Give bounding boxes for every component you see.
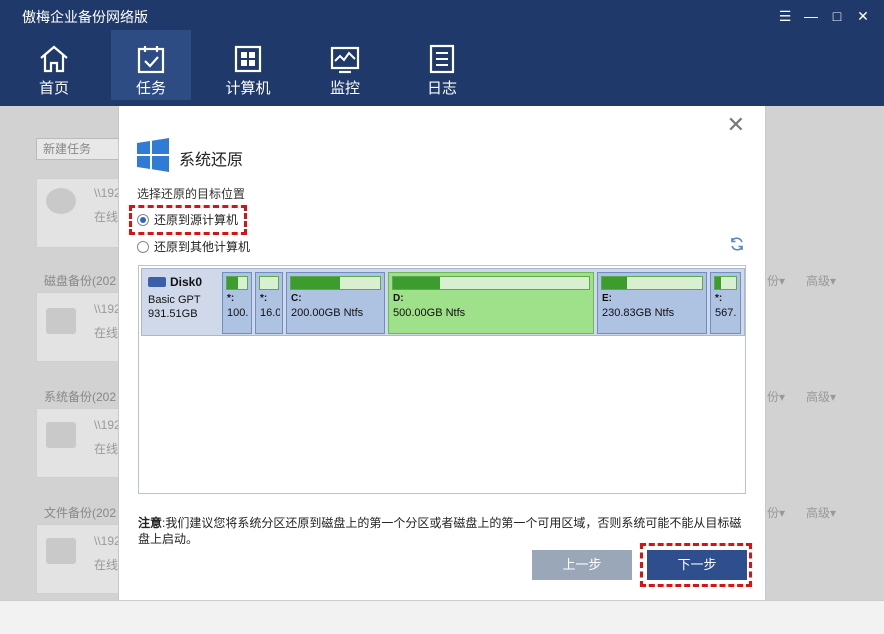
partition[interactable]: *: 567. bbox=[710, 272, 741, 334]
task-icon bbox=[137, 46, 165, 74]
windows-icon bbox=[46, 422, 76, 448]
radio-button[interactable] bbox=[137, 240, 149, 253]
nav-item-label: 任务 bbox=[135, 80, 166, 97]
radio-button[interactable] bbox=[137, 213, 149, 226]
usage-bar bbox=[392, 276, 590, 290]
database-icon bbox=[46, 188, 76, 214]
task-status: 在线 bbox=[94, 326, 119, 340]
task-path: \\192 bbox=[94, 418, 121, 432]
backup-link[interactable]: 份▾ bbox=[767, 504, 785, 521]
usage-bar bbox=[290, 276, 381, 290]
monitor-icon bbox=[330, 46, 360, 74]
task-path: \\192 bbox=[94, 186, 121, 200]
task-path: \\192 bbox=[94, 302, 121, 316]
note-text: :我们建议您将系统分区还原到磁盘上的第一个分区或者磁盘上的第一个可用区域，否则系… bbox=[138, 516, 742, 546]
advanced-link[interactable]: 高级▾ bbox=[806, 272, 836, 289]
task-status: 在线 bbox=[94, 442, 119, 456]
dialog-title: 系统还原 bbox=[179, 152, 244, 169]
partition-size: 567. bbox=[715, 307, 737, 319]
usage-bar bbox=[226, 276, 248, 290]
restore-to-source-option[interactable]: 还原到源计算机 bbox=[137, 211, 238, 228]
partition-size: 500.00GB Ntfs bbox=[393, 307, 466, 319]
partition-label: E: bbox=[602, 293, 612, 304]
usage-fill bbox=[291, 277, 340, 289]
disk-size: 931.51GB bbox=[148, 308, 198, 320]
nav-item-label: 监控 bbox=[329, 80, 360, 97]
section-title: 系统备份(202 bbox=[44, 390, 117, 404]
refresh-icon[interactable] bbox=[729, 236, 745, 252]
partition[interactable]: *: 16.0 bbox=[255, 272, 283, 334]
menu-icon[interactable]: ☰ bbox=[774, 6, 796, 26]
task-status: 在线 bbox=[94, 210, 119, 224]
system-restore-dialog: ✕ 系统还原 选择还原的目标位置 还原到源计算机 还原到其他计算机 Disk0 … bbox=[118, 106, 766, 600]
disk-icon bbox=[46, 308, 76, 334]
usage-fill bbox=[227, 277, 238, 289]
maximize-icon[interactable]: □ bbox=[826, 6, 848, 26]
usage-bar bbox=[259, 276, 279, 290]
partition-label: C: bbox=[291, 293, 302, 304]
advanced-link[interactable]: 高级▾ bbox=[806, 388, 836, 405]
usage-bar bbox=[714, 276, 737, 290]
partition-d[interactable]: D: 500.00GB Ntfs bbox=[388, 272, 594, 334]
disk-type: Basic GPT bbox=[148, 294, 201, 306]
close-icon[interactable]: ✕ bbox=[727, 112, 745, 138]
folder-icon bbox=[46, 538, 76, 564]
partition-size: 200.00GB Ntfs bbox=[291, 307, 364, 319]
title-bar: 傲梅企业备份网络版 ☰ — □ ✕ 首页 任务 计算机 监控 日志 bbox=[0, 0, 884, 106]
disk-icon bbox=[148, 277, 166, 287]
section-title: 磁盘备份(202 bbox=[44, 274, 117, 288]
disk-row[interactable]: Disk0 Basic GPT 931.51GB *: 100. *: 16.0… bbox=[141, 268, 745, 336]
partition-label: *: bbox=[227, 293, 235, 304]
nav-item-monitor[interactable]: 监控 bbox=[305, 30, 385, 100]
log-icon bbox=[429, 44, 455, 74]
option-label: 还原到源计算机 bbox=[154, 213, 239, 227]
nav-item-computers[interactable]: 计算机 bbox=[208, 30, 288, 100]
partition-e[interactable]: E: 230.83GB Ntfs bbox=[597, 272, 707, 334]
windows-logo-icon bbox=[137, 138, 169, 172]
nav-item-tasks[interactable]: 任务 bbox=[111, 30, 191, 100]
disk-name-row: Disk0 bbox=[148, 275, 220, 289]
app-title: 傲梅企业备份网络版 bbox=[22, 9, 148, 25]
nav-item-logs[interactable]: 日志 bbox=[402, 30, 482, 100]
disk-info: Disk0 Basic GPT 931.51GB bbox=[148, 275, 220, 321]
partition-size: 100. bbox=[227, 307, 249, 319]
main-nav: 首页 任务 计算机 监控 日志 bbox=[0, 30, 499, 100]
disk-name: Disk0 bbox=[170, 275, 203, 289]
nav-item-home[interactable]: 首页 bbox=[14, 30, 94, 100]
partition-label: *: bbox=[715, 293, 723, 304]
note-label: 注意 bbox=[138, 516, 163, 530]
backup-link[interactable]: 份▾ bbox=[767, 272, 785, 289]
next-button[interactable]: 下一步 bbox=[647, 550, 747, 580]
advanced-link[interactable]: 高级▾ bbox=[806, 504, 836, 521]
window-controls: ☰ — □ ✕ bbox=[774, 6, 874, 26]
previous-button[interactable]: 上一步 bbox=[532, 550, 632, 580]
option-label: 还原到其他计算机 bbox=[154, 240, 251, 254]
nav-item-label: 日志 bbox=[426, 80, 457, 97]
restore-to-other-option[interactable]: 还原到其他计算机 bbox=[137, 238, 250, 255]
task-path: \\192 bbox=[94, 534, 121, 548]
usage-fill bbox=[393, 277, 441, 289]
close-icon[interactable]: ✕ bbox=[852, 6, 874, 26]
nav-item-label: 计算机 bbox=[225, 80, 271, 97]
usage-fill bbox=[602, 277, 627, 289]
task-status: 在线 bbox=[94, 558, 119, 572]
partition-size: 230.83GB Ntfs bbox=[602, 307, 675, 319]
minimize-icon[interactable]: — bbox=[800, 6, 822, 26]
partition[interactable]: *: 100. bbox=[222, 272, 252, 334]
partition-label: *: bbox=[260, 293, 268, 304]
disk-map-area: Disk0 Basic GPT 931.51GB *: 100. *: 16.0… bbox=[138, 265, 746, 494]
new-task-dropdown[interactable]: 新建任务 bbox=[36, 138, 122, 160]
partition-size: 16.0 bbox=[260, 307, 280, 319]
section-title: 文件备份(202 bbox=[44, 506, 117, 520]
partition-label: D: bbox=[393, 293, 404, 304]
backup-link[interactable]: 份▾ bbox=[767, 388, 785, 405]
dialog-subtitle: 选择还原的目标位置 bbox=[137, 187, 246, 201]
computer-icon bbox=[234, 45, 262, 73]
usage-fill bbox=[715, 277, 722, 289]
nav-item-label: 首页 bbox=[38, 80, 69, 97]
status-bar bbox=[0, 600, 884, 634]
home-icon bbox=[40, 45, 68, 73]
partition-c[interactable]: C: 200.00GB Ntfs bbox=[286, 272, 385, 334]
usage-bar bbox=[601, 276, 703, 290]
